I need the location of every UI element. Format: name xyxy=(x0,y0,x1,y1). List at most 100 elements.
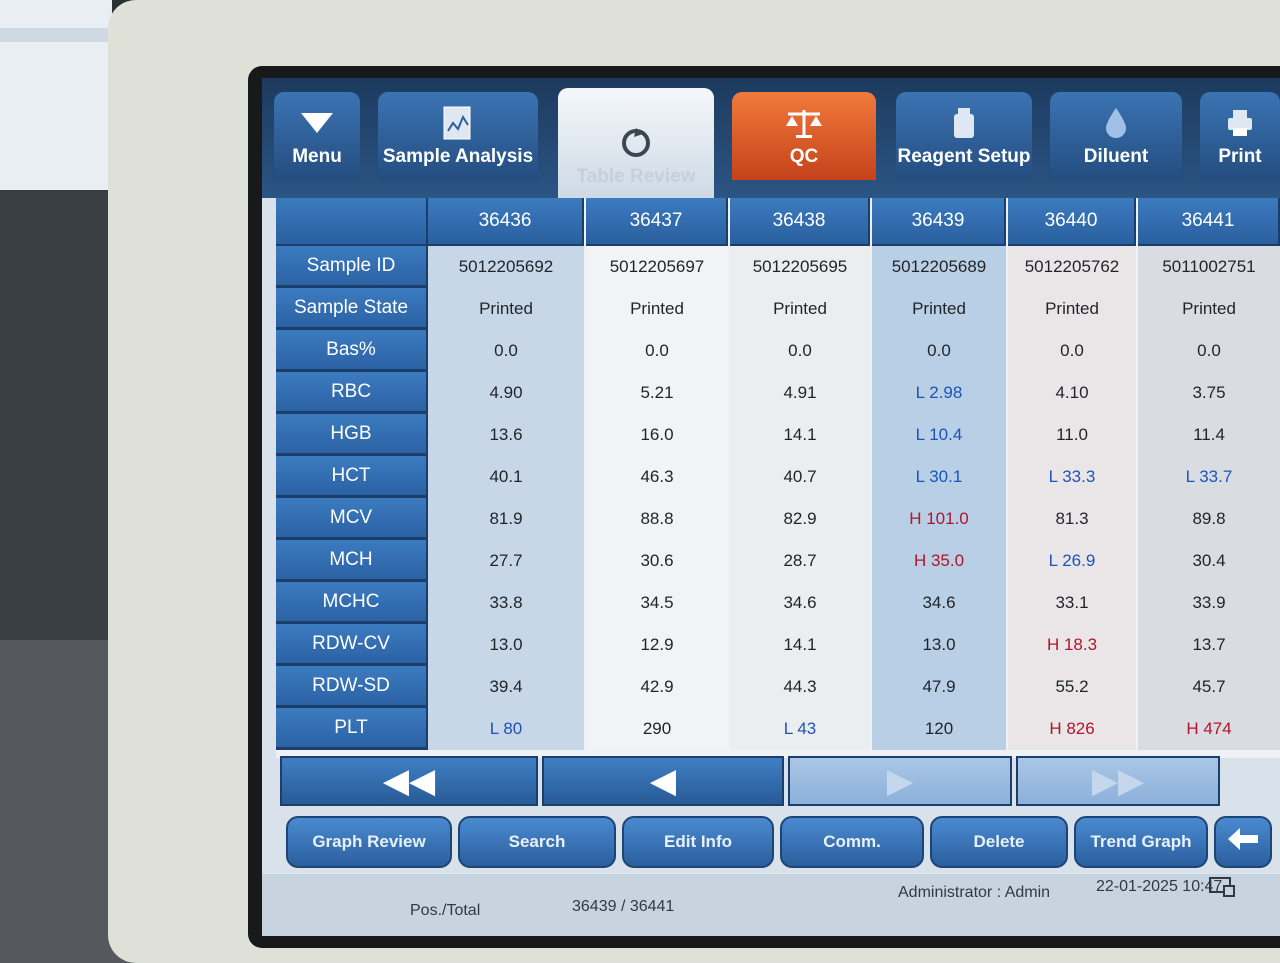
sample-number-header[interactable]: 36436 xyxy=(428,198,584,246)
table-cell[interactable]: 5012205689 xyxy=(872,246,1006,288)
results-table: 36436 36437 36438 36439 36440 36441 Sample ID 5… xyxy=(276,198,1280,758)
tab-table-review[interactable]: Table Review xyxy=(558,88,714,200)
table-cell[interactable]: 81.9 xyxy=(428,498,584,540)
table-cell[interactable]: L 30.1 xyxy=(872,456,1006,498)
table-cell[interactable]: 14.1 xyxy=(730,414,870,456)
table-cell[interactable]: 5011002751 xyxy=(1138,246,1280,288)
table-cell[interactable]: 5012205697 xyxy=(586,246,728,288)
table-cell[interactable]: 5012205692 xyxy=(428,246,584,288)
table-cell[interactable]: 44.3 xyxy=(730,666,870,708)
first-page-button[interactable]: ◀◀ xyxy=(280,756,538,806)
table-cell[interactable]: L 26.9 xyxy=(1008,540,1136,582)
graph-review-button[interactable]: Graph Review xyxy=(286,816,452,868)
table-cell[interactable]: 0.0 xyxy=(730,330,870,372)
table-cell[interactable]: H 35.0 xyxy=(872,540,1006,582)
table-cell[interactable]: 34.6 xyxy=(730,582,870,624)
table-cell[interactable]: 0.0 xyxy=(872,330,1006,372)
table-cell[interactable]: H 474 xyxy=(1138,708,1280,750)
table-cell[interactable]: L 10.4 xyxy=(872,414,1006,456)
table-cell[interactable]: 11.0 xyxy=(1008,414,1136,456)
table-cell[interactable]: 81.3 xyxy=(1008,498,1136,540)
table-cell[interactable]: Printed xyxy=(586,288,728,330)
table-cell[interactable]: 290 xyxy=(586,708,728,750)
table-cell[interactable]: 12.9 xyxy=(586,624,728,666)
sample-number-header[interactable]: 36437 xyxy=(586,198,728,246)
table-cell[interactable]: 30.4 xyxy=(1138,540,1280,582)
table-cell[interactable]: 120 xyxy=(872,708,1006,750)
table-cell[interactable]: 89.8 xyxy=(1138,498,1280,540)
table-cell[interactable]: 33.8 xyxy=(428,582,584,624)
table-cell[interactable]: 3.75 xyxy=(1138,372,1280,414)
tab-sample-analysis[interactable]: Sample Analysis xyxy=(378,92,538,180)
table-cell[interactable]: 0.0 xyxy=(1008,330,1136,372)
page-navigation: ◀◀ ◀ ▶ ▶▶ xyxy=(280,756,1220,808)
table-cell[interactable]: 30.6 xyxy=(586,540,728,582)
table-cell[interactable]: L 33.7 xyxy=(1138,456,1280,498)
table-cell[interactable]: 0.0 xyxy=(586,330,728,372)
table-cell[interactable]: 13.0 xyxy=(872,624,1006,666)
table-cell[interactable]: L 80 xyxy=(428,708,584,750)
comm-button[interactable]: Comm. xyxy=(780,816,924,868)
table-cell[interactable]: 27.7 xyxy=(428,540,584,582)
table-cell[interactable]: 33.1 xyxy=(1008,582,1136,624)
table-cell[interactable]: 88.8 xyxy=(586,498,728,540)
sample-number-header[interactable]: 36441 xyxy=(1138,198,1280,246)
table-cell[interactable]: Printed xyxy=(428,288,584,330)
table-cell[interactable]: 45.7 xyxy=(1138,666,1280,708)
tab-diluent[interactable]: Diluent xyxy=(1050,92,1182,180)
table-cell[interactable]: 13.0 xyxy=(428,624,584,666)
last-page-button[interactable]: ▶▶ xyxy=(1016,756,1220,806)
sample-number-header[interactable]: 36439 xyxy=(872,198,1006,246)
table-cell[interactable]: 82.9 xyxy=(730,498,870,540)
search-button[interactable]: Search xyxy=(458,816,616,868)
table-cell[interactable]: 16.0 xyxy=(586,414,728,456)
row-label: HCT xyxy=(276,456,428,498)
edit-info-button[interactable]: Edit Info xyxy=(622,816,774,868)
table-cell[interactable]: Printed xyxy=(1138,288,1280,330)
table-cell[interactable]: 33.9 xyxy=(1138,582,1280,624)
tab-menu[interactable]: Menu xyxy=(274,92,360,180)
table-cell[interactable]: 14.1 xyxy=(730,624,870,666)
tab-reagent-setup[interactable]: Reagent Setup xyxy=(896,92,1032,180)
tab-label: Menu xyxy=(292,146,342,167)
table-cell[interactable]: H 826 xyxy=(1008,708,1136,750)
trend-graph-button[interactable]: Trend Graph xyxy=(1074,816,1208,868)
table-cell[interactable]: H 101.0 xyxy=(872,498,1006,540)
table-cell[interactable]: 40.7 xyxy=(730,456,870,498)
next-page-button[interactable]: ▶ xyxy=(788,756,1012,806)
table-cell[interactable]: L 2.98 xyxy=(872,372,1006,414)
table-cell[interactable]: Printed xyxy=(1008,288,1136,330)
table-cell[interactable]: 5012205695 xyxy=(730,246,870,288)
table-cell[interactable]: Printed xyxy=(730,288,870,330)
table-cell[interactable]: 39.4 xyxy=(428,666,584,708)
table-cell[interactable]: 0.0 xyxy=(428,330,584,372)
table-cell[interactable]: 13.6 xyxy=(428,414,584,456)
table-cell[interactable]: 13.7 xyxy=(1138,624,1280,666)
table-cell[interactable]: H 18.3 xyxy=(1008,624,1136,666)
sample-number-header[interactable]: 36438 xyxy=(730,198,870,246)
table-cell[interactable]: 5.21 xyxy=(586,372,728,414)
table-cell[interactable]: 28.7 xyxy=(730,540,870,582)
table-cell[interactable]: 4.90 xyxy=(428,372,584,414)
table-cell[interactable]: 34.5 xyxy=(586,582,728,624)
table-cell[interactable]: 11.4 xyxy=(1138,414,1280,456)
table-cell[interactable]: 34.6 xyxy=(872,582,1006,624)
table-cell[interactable]: 46.3 xyxy=(586,456,728,498)
delete-button[interactable]: Delete xyxy=(930,816,1068,868)
table-cell[interactable]: 4.10 xyxy=(1008,372,1136,414)
table-cell[interactable]: 55.2 xyxy=(1008,666,1136,708)
table-cell[interactable]: L 43 xyxy=(730,708,870,750)
back-button[interactable] xyxy=(1214,816,1272,868)
table-cell[interactable]: L 33.3 xyxy=(1008,456,1136,498)
tab-qc[interactable]: QC xyxy=(732,92,876,180)
sample-number-header[interactable]: 36440 xyxy=(1008,198,1136,246)
table-cell[interactable]: 42.9 xyxy=(586,666,728,708)
table-cell[interactable]: 5012205762 xyxy=(1008,246,1136,288)
table-cell[interactable]: 47.9 xyxy=(872,666,1006,708)
prev-page-button[interactable]: ◀ xyxy=(542,756,784,806)
table-cell[interactable]: 4.91 xyxy=(730,372,870,414)
tab-print[interactable]: Print xyxy=(1200,92,1280,180)
table-cell[interactable]: 0.0 xyxy=(1138,330,1280,372)
table-cell[interactable]: 40.1 xyxy=(428,456,584,498)
table-cell[interactable]: Printed xyxy=(872,288,1006,330)
